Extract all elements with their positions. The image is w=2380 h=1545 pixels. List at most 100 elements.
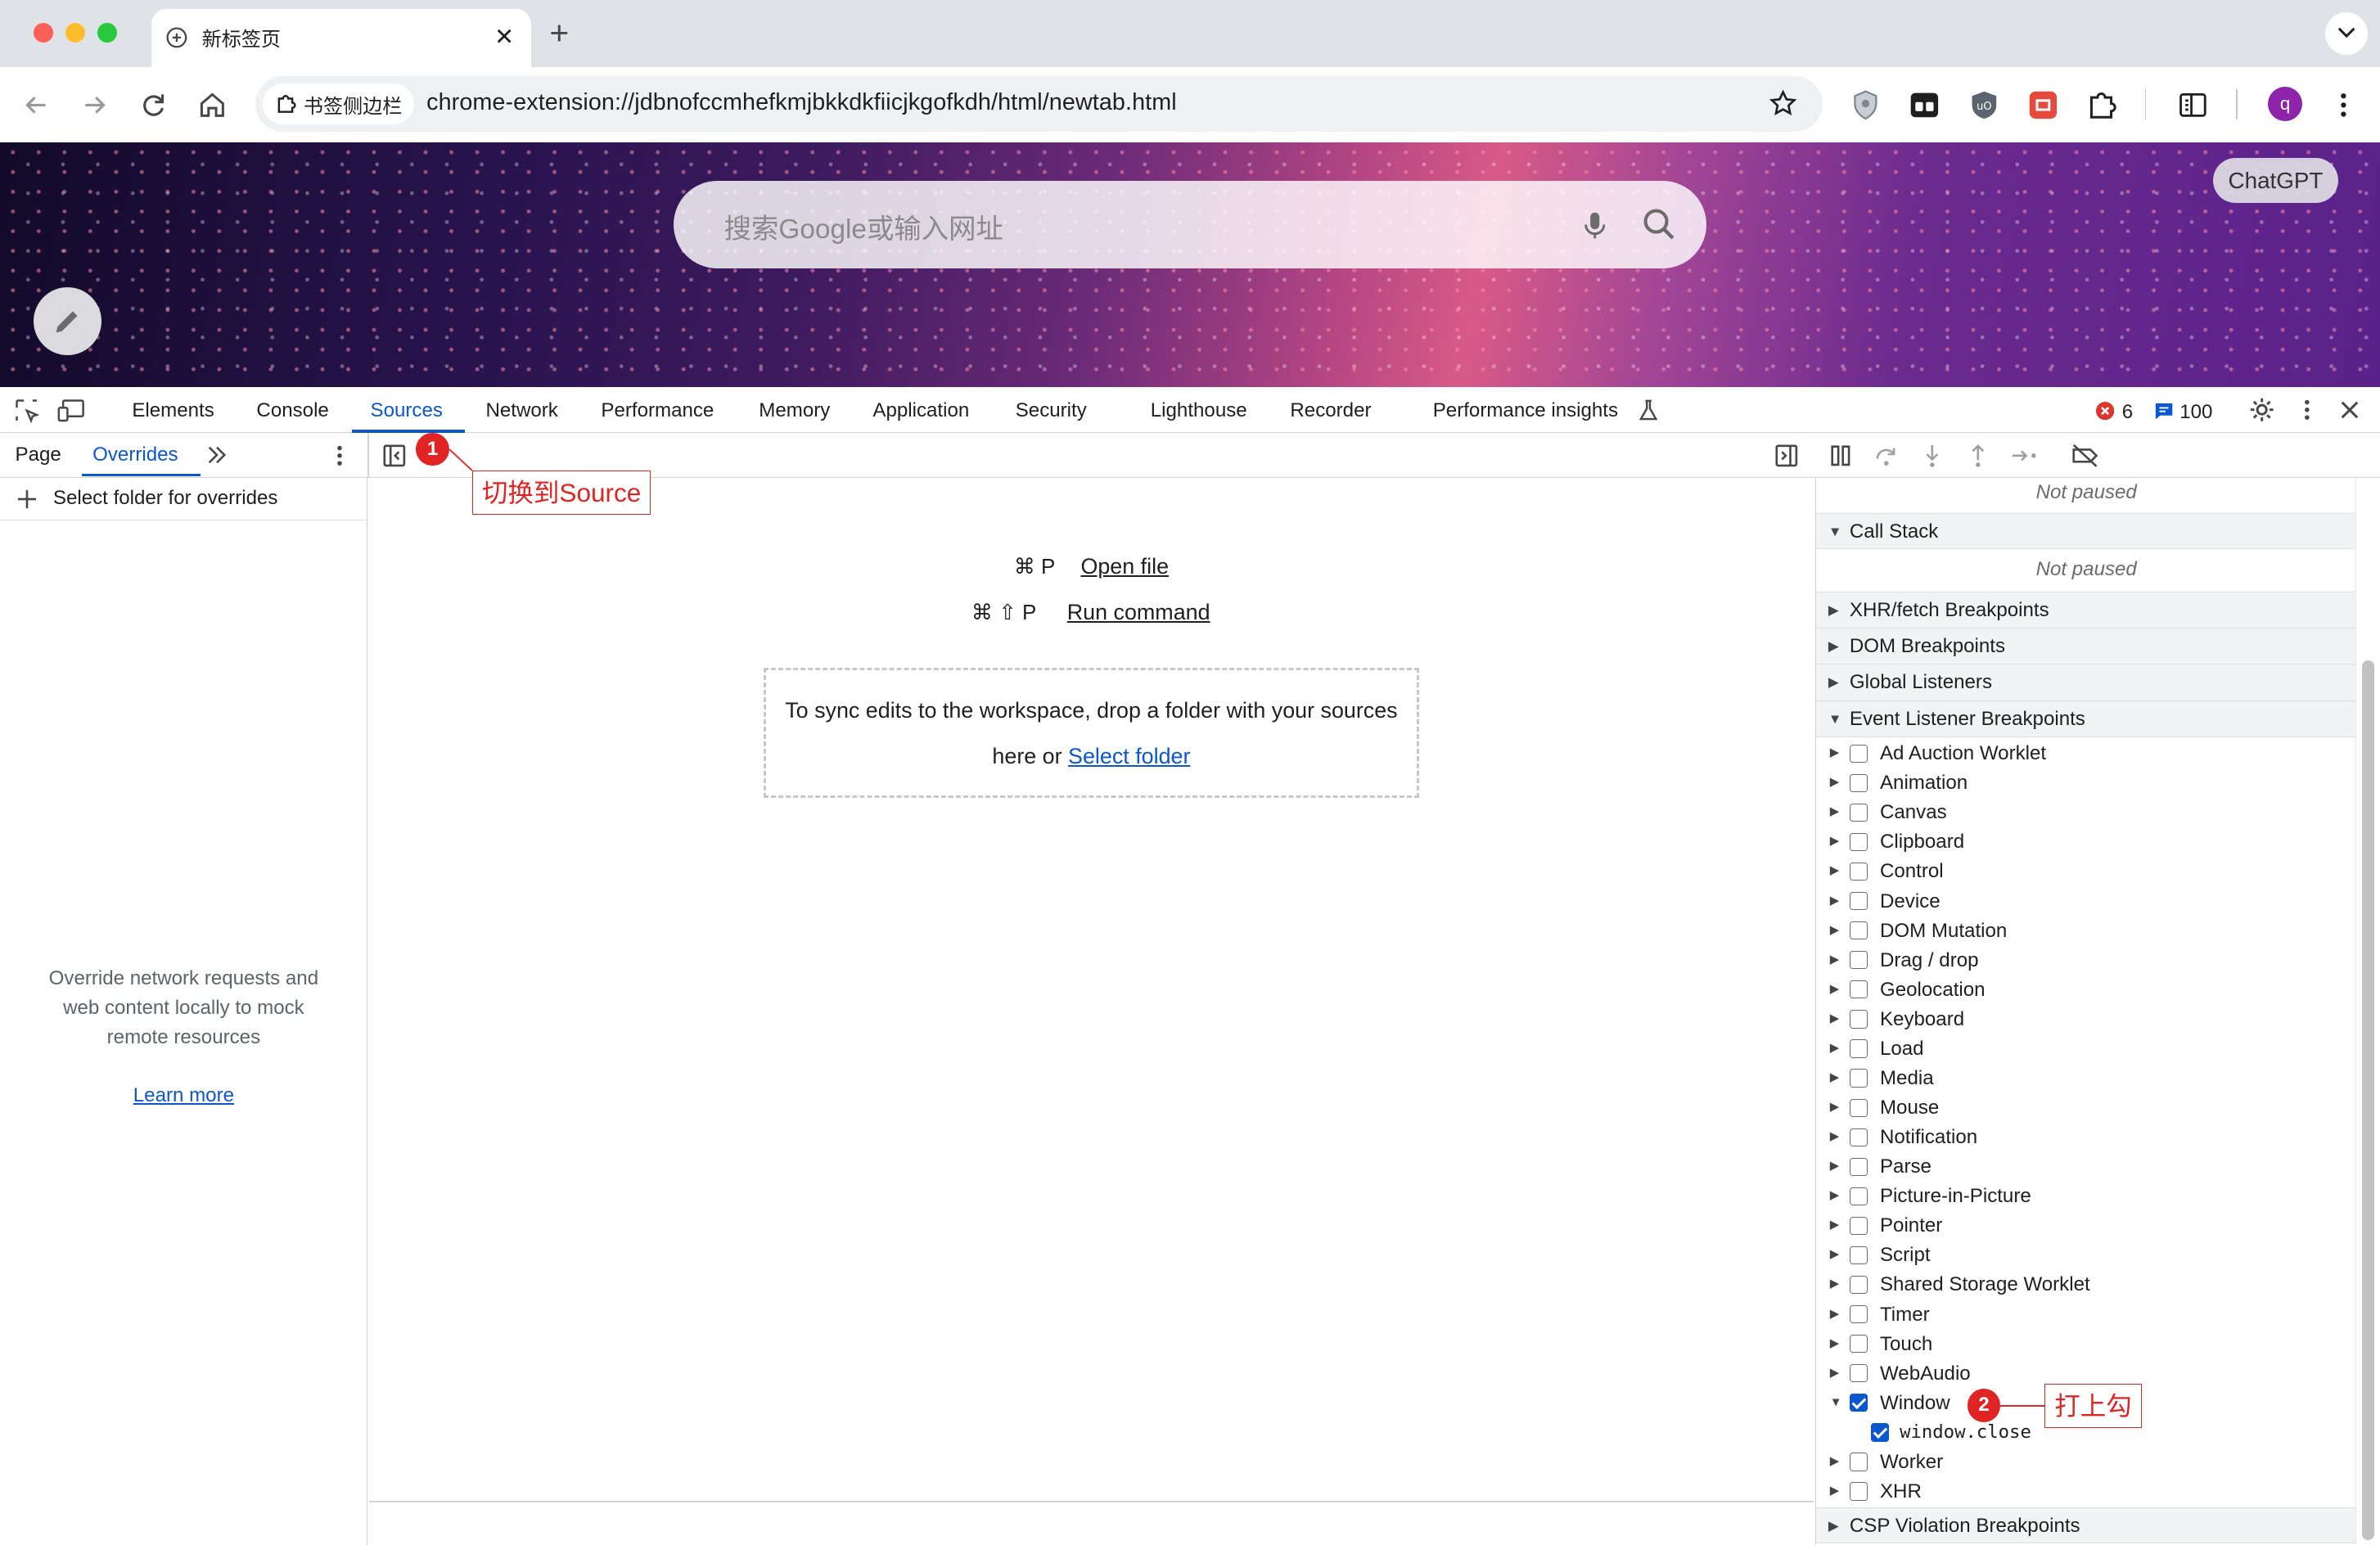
edit-button[interactable] — [33, 286, 102, 355]
chatgpt-button[interactable]: ChatGPT — [2213, 157, 2338, 204]
section-csp-violation-breakpoints[interactable]: ▶ CSP Violation Breakpoints — [1816, 1507, 2357, 1544]
collapsed-triangle-icon[interactable]: ▶ — [1830, 1064, 1839, 1093]
event-checkbox[interactable] — [1849, 1453, 1868, 1471]
collapsed-triangle-icon[interactable]: ▶ — [1830, 857, 1839, 886]
section-xhr-breakpoints[interactable]: ▶ XHR/fetch Breakpoints — [1816, 592, 2357, 628]
sidebar-scrollbar-thumb[interactable] — [2361, 660, 2374, 1541]
event-checkbox[interactable] — [1849, 1364, 1868, 1383]
event-checkbox[interactable] — [1849, 892, 1868, 911]
tab-overrides[interactable]: Overrides — [92, 444, 178, 466]
event-checkbox[interactable] — [1849, 1010, 1868, 1029]
search-icon[interactable] — [1641, 206, 1678, 243]
toggle-debugger-icon[interactable] — [1774, 444, 1799, 468]
event-listener-row[interactable]: ▶ Load — [1816, 1034, 2356, 1064]
section-global-listeners[interactable]: ▶ Global Listeners — [1816, 664, 2357, 701]
event-checkbox[interactable] — [1849, 1335, 1868, 1354]
event-checkbox[interactable] — [1849, 1216, 1868, 1236]
collapsed-triangle-icon[interactable]: ▶ — [1830, 946, 1839, 975]
event-listener-row[interactable]: ▶ Mouse — [1816, 1093, 2356, 1123]
event-checkbox[interactable] — [1849, 1187, 1868, 1205]
extensions-puzzle-icon[interactable] — [2085, 88, 2119, 122]
collapsed-triangle-icon[interactable]: ▶ — [1830, 975, 1839, 1005]
deactivate-breakpoints-icon[interactable] — [2071, 444, 2099, 468]
event-listener-row[interactable]: ▶ Shared Storage Worklet — [1816, 1270, 2356, 1300]
event-listener-row[interactable]: ▶ Picture-in-Picture — [1816, 1182, 2356, 1211]
event-checkbox[interactable] — [1849, 773, 1868, 792]
shield-extension-icon[interactable] — [1849, 88, 1882, 122]
browser-tab[interactable]: 新标签页 — [151, 9, 532, 67]
collapsed-triangle-icon[interactable]: ▶ — [1830, 1034, 1839, 1064]
tab-recorder[interactable]: Recorder — [1290, 399, 1371, 422]
event-listener-row[interactable]: ▶ Worker — [1816, 1448, 2356, 1477]
collapsed-triangle-icon[interactable]: ▶ — [1830, 1005, 1839, 1034]
event-listener-row[interactable]: ▶ Touch — [1816, 1330, 2356, 1359]
event-checkbox[interactable] — [1849, 1039, 1868, 1058]
collapsed-triangle-icon[interactable]: ▶ — [1830, 1093, 1839, 1123]
collapsed-triangle-icon[interactable]: ▶ — [1830, 1359, 1839, 1389]
step-out-icon[interactable] — [1966, 444, 1990, 468]
back-arrow-icon[interactable] — [20, 88, 53, 122]
event-listener-row[interactable]: ▶ XHR — [1816, 1477, 2356, 1507]
tab-performance-insights[interactable]: Performance insights — [1433, 399, 1618, 422]
event-checkbox[interactable] — [1849, 832, 1868, 852]
profile-avatar[interactable]: q — [2267, 86, 2303, 122]
tab-network[interactable]: Network — [485, 399, 557, 422]
event-checkbox[interactable] — [1849, 921, 1868, 940]
event-listener-row[interactable]: ▶ DOM Mutation — [1816, 917, 2356, 946]
more-menu-icon[interactable] — [2327, 88, 2360, 122]
event-listener-row[interactable]: ▶ Animation — [1816, 768, 2356, 798]
event-listener-row[interactable]: ▶ Geolocation — [1816, 975, 2356, 1005]
navigator-menu-icon[interactable] — [329, 444, 350, 468]
event-listener-row[interactable]: ▶ Notification — [1816, 1123, 2356, 1152]
tab-sources[interactable]: Sources — [371, 399, 443, 422]
pause-icon[interactable] — [1829, 444, 1854, 468]
step-icon[interactable] — [2011, 444, 2038, 468]
omnibox[interactable]: 书签侧边栏 chrome-extension://jdbnofccmhefkmj… — [255, 75, 1823, 133]
tab-memory[interactable]: Memory — [759, 399, 830, 422]
step-into-icon[interactable] — [1920, 444, 1945, 468]
collapsed-triangle-icon[interactable]: ▶ — [1830, 1270, 1839, 1300]
bookmark-star-icon[interactable] — [1769, 89, 1797, 118]
select-folder-row[interactable]: Select folder for overrides — [0, 478, 366, 521]
collapsed-triangle-icon[interactable]: ▶ — [1830, 1182, 1839, 1211]
event-listener-row[interactable]: ▶ Parse — [1816, 1152, 2356, 1182]
close-devtools-icon[interactable] — [2339, 399, 2360, 421]
event-checkbox[interactable] — [1849, 862, 1868, 881]
event-listener-row[interactable]: ▶ Control — [1816, 857, 2356, 886]
red-extension-icon[interactable] — [2026, 88, 2060, 122]
tab-lighthouse[interactable]: Lighthouse — [1151, 399, 1247, 422]
close-tab-icon[interactable] — [495, 27, 513, 45]
home-icon[interactable] — [196, 88, 229, 122]
event-checkbox[interactable] — [1849, 951, 1868, 970]
event-listener-row[interactable]: ▶ Pointer — [1816, 1211, 2356, 1241]
workspace-drop-zone[interactable]: To sync edits to the workspace, drop a f… — [763, 668, 1420, 799]
microphone-icon[interactable] — [1581, 209, 1608, 240]
event-checkbox[interactable] — [1849, 1098, 1868, 1117]
event-checkbox[interactable] — [1849, 1157, 1868, 1176]
collapsed-triangle-icon[interactable]: ▶ — [1830, 887, 1839, 917]
event-listener-row[interactable]: ▶ Timer — [1816, 1300, 2356, 1330]
tab-security[interactable]: Security — [1016, 399, 1087, 422]
tab-console[interactable]: Console — [256, 399, 328, 422]
section-event-listener-breakpoints[interactable]: ▼ Event Listener Breakpoints — [1816, 700, 2357, 738]
collapsed-triangle-icon[interactable]: ▶ — [1830, 827, 1839, 857]
collapsed-triangle-icon[interactable]: ▶ — [1830, 798, 1839, 827]
event-checkbox[interactable] — [1849, 744, 1868, 763]
event-listener-row[interactable]: ▶ Script — [1816, 1241, 2356, 1270]
tab-application[interactable]: Application — [872, 399, 969, 422]
reload-icon[interactable] — [137, 88, 170, 122]
event-listener-row[interactable]: ▶ Canvas — [1816, 798, 2356, 827]
collapsed-triangle-icon[interactable]: ▶ — [1830, 1330, 1839, 1359]
zoom-window-button[interactable] — [97, 22, 117, 43]
expanded-triangle-icon[interactable]: ▼ — [1830, 1389, 1842, 1418]
collapsed-triangle-icon[interactable]: ▶ — [1830, 739, 1839, 768]
event-checkbox[interactable] — [1849, 1069, 1868, 1088]
error-count[interactable]: 6 — [2122, 401, 2133, 424]
event-listener-row[interactable]: ▶ Drag / drop — [1816, 946, 2356, 975]
forward-arrow-icon[interactable] — [78, 88, 111, 122]
close-window-button[interactable] — [33, 22, 53, 43]
event-checkbox[interactable] — [1849, 1305, 1868, 1324]
collapsed-triangle-icon[interactable]: ▶ — [1830, 768, 1839, 798]
site-chip[interactable]: 书签侧边栏 — [262, 83, 415, 125]
section-dom-breakpoints[interactable]: ▶ DOM Breakpoints — [1816, 628, 2357, 665]
